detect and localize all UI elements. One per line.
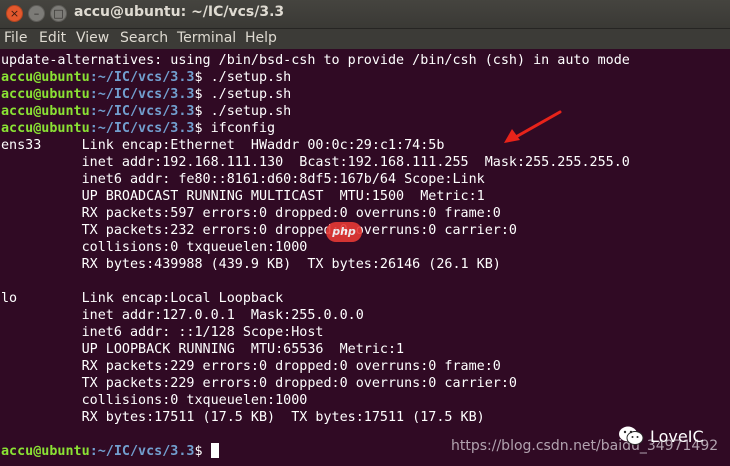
- title-bar[interactable]: × – □ accu@ubuntu: ~/IC/vcs/3.3: [0, 0, 730, 29]
- prompt-line: accu@ubuntu:~/IC/vcs/3.3$: [1, 443, 219, 460]
- output-line: update-alternatives: using /bin/bsd-csh …: [1, 53, 630, 68]
- prompt-symbol: $: [194, 444, 203, 459]
- prompt-user: accu@ubuntu: [1, 104, 90, 119]
- command-text: ./setup.sh: [210, 87, 292, 102]
- command-text: ./setup.sh: [210, 70, 292, 85]
- minimize-button[interactable]: –: [28, 5, 45, 22]
- prompt-symbol: $: [194, 87, 203, 102]
- output-line: RX packets:229 errors:0 dropped:0 overru…: [1, 359, 501, 374]
- menu-terminal[interactable]: Terminal: [177, 30, 236, 46]
- menu-bar: File Edit View Search Terminal Help: [0, 29, 730, 49]
- prompt-path: :~/IC/vcs/3.3: [89, 121, 195, 136]
- output-line: RX bytes:439988 (439.9 KB) TX bytes:2614…: [1, 257, 501, 272]
- terminal-window: × – □ accu@ubuntu: ~/IC/vcs/3.3 File Edi…: [0, 0, 730, 466]
- output-line: UP BROADCAST RUNNING MULTICAST MTU:1500 …: [1, 189, 485, 204]
- output-line: inet addr:192.168.111.130 Bcast:192.168.…: [1, 155, 630, 170]
- wechat-icon: [619, 426, 644, 445]
- menu-search[interactable]: Search: [120, 30, 168, 46]
- output-line: inet6 addr: ::1/128 Scope:Host: [1, 325, 324, 340]
- prompt-user: accu@ubuntu: [1, 87, 90, 102]
- php-logo-watermark: php: [326, 222, 362, 242]
- prompt-line: accu@ubuntu:~/IC/vcs/3.3$ ./setup.sh: [1, 86, 291, 103]
- window-title: accu@ubuntu: ~/IC/vcs/3.3: [74, 4, 285, 20]
- output-line: UP LOOPBACK RUNNING MTU:65536 Metric:1: [1, 342, 405, 357]
- output-line: collisions:0 txqueuelen:1000: [1, 240, 308, 255]
- prompt-user: accu@ubuntu: [1, 70, 90, 85]
- command-text: ifconfig: [210, 121, 276, 136]
- menu-file[interactable]: File: [4, 30, 27, 46]
- menu-help[interactable]: Help: [245, 30, 277, 46]
- prompt-symbol: $: [194, 104, 203, 119]
- prompt-line: accu@ubuntu:~/IC/vcs/3.3$ ./setup.sh: [1, 103, 291, 120]
- prompt-path: :~/IC/vcs/3.3: [89, 444, 195, 459]
- output-line: RX bytes:17511 (17.5 KB) TX bytes:17511 …: [1, 410, 485, 425]
- menu-edit[interactable]: Edit: [39, 30, 66, 46]
- text-cursor[interactable]: [210, 443, 219, 458]
- prompt-symbol: $: [194, 121, 203, 136]
- prompt-path: :~/IC/vcs/3.3: [89, 70, 195, 85]
- brand-name: LoveIC: [650, 426, 704, 446]
- output-line: lo Link encap:Local Loopback: [1, 291, 284, 306]
- minimize-icon: –: [33, 7, 40, 20]
- output-line: RX packets:597 errors:0 dropped:0 overru…: [1, 206, 501, 221]
- output-line: inet6 addr: fe80::8161:d60:8df5:167b/64 …: [1, 172, 485, 187]
- output-line: TX packets:229 errors:0 dropped:0 overru…: [1, 376, 517, 391]
- prompt-path: :~/IC/vcs/3.3: [89, 104, 195, 119]
- prompt-path: :~/IC/vcs/3.3: [89, 87, 195, 102]
- red-arrow-annotation: [504, 110, 562, 143]
- brand-watermark: LoveIC: [618, 424, 704, 448]
- close-button[interactable]: ×: [6, 5, 23, 22]
- prompt-line: accu@ubuntu:~/IC/vcs/3.3$ ifconfig: [1, 120, 275, 137]
- output-line: collisions:0 txqueuelen:1000: [1, 393, 308, 408]
- maximize-button[interactable]: □: [50, 5, 67, 22]
- command-text: ./setup.sh: [210, 104, 292, 119]
- maximize-icon: □: [53, 7, 64, 20]
- close-icon: ×: [9, 7, 20, 20]
- prompt-user: accu@ubuntu: [1, 121, 90, 136]
- output-line: inet addr:127.0.0.1 Mask:255.0.0.0: [1, 308, 364, 323]
- output-line: ens33 Link encap:Ethernet HWaddr 00:0c:2…: [1, 138, 445, 153]
- terminal-output[interactable]: update-alternatives: using /bin/bsd-csh …: [0, 50, 730, 466]
- prompt-line: accu@ubuntu:~/IC/vcs/3.3$ ./setup.sh: [1, 69, 291, 86]
- menu-view[interactable]: View: [76, 30, 109, 46]
- output-line: TX packets:232 errors:0 dropped:0 overru…: [1, 223, 517, 238]
- prompt-user: accu@ubuntu: [1, 444, 90, 459]
- prompt-symbol: $: [194, 70, 203, 85]
